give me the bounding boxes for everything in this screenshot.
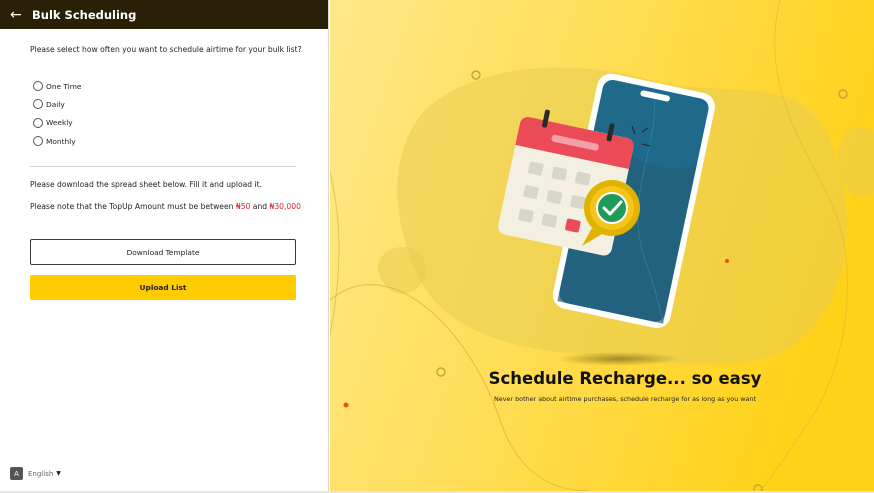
amount-joiner: and xyxy=(252,202,268,211)
radio-label: Daily xyxy=(46,99,65,109)
header-bar: ← Bulk Scheduling xyxy=(0,0,328,29)
download-instructions: Please download the spread sheet below. … xyxy=(30,180,262,189)
promo-illustration xyxy=(330,0,874,491)
radio-label: One Time xyxy=(46,81,82,91)
frequency-radio-group: One Time Daily Weekly Monthly xyxy=(33,77,81,150)
amount-note-text: Please note that the TopUp Amount must b… xyxy=(30,202,234,211)
promo-subline: Never bother about airtime purchases, sc… xyxy=(494,395,756,403)
arrow-left-icon[interactable]: ← xyxy=(10,8,26,22)
bulk-scheduling-panel: ← Bulk Scheduling Please select how ofte… xyxy=(0,0,329,493)
radio-label: Weekly xyxy=(46,118,73,128)
caret-down-icon: ▼ xyxy=(56,470,61,477)
page-title: Bulk Scheduling xyxy=(32,7,137,22)
radio-option-weekly[interactable]: Weekly xyxy=(33,114,81,132)
radio-button[interactable] xyxy=(33,81,43,92)
frequency-question: Please select how often you want to sche… xyxy=(30,45,302,54)
download-template-button[interactable]: Download Template xyxy=(30,239,296,265)
promo-panel: Schedule Recharge... so easy Never bothe… xyxy=(330,0,874,491)
radio-label: Monthly xyxy=(46,136,76,146)
language-label: English xyxy=(28,469,54,478)
amount-max: ₦30,000 xyxy=(269,202,301,211)
amount-min: ₦50 xyxy=(235,202,251,211)
upload-list-button[interactable]: Upload List xyxy=(30,275,296,300)
translate-icon: A xyxy=(10,467,23,480)
radio-option-daily[interactable]: Daily xyxy=(33,95,81,113)
radio-option-monthly[interactable]: Monthly xyxy=(33,132,81,150)
radio-button[interactable] xyxy=(33,99,43,110)
radio-option-one-time[interactable]: One Time xyxy=(33,77,81,95)
promo-headline: Schedule Recharge... so easy xyxy=(488,369,762,388)
language-selector[interactable]: A English ▼ xyxy=(10,467,61,480)
radio-button[interactable] xyxy=(33,136,43,147)
radio-button[interactable] xyxy=(33,117,43,128)
divider xyxy=(30,166,296,167)
amount-limit-note: Please note that the TopUp Amount must b… xyxy=(30,202,301,211)
